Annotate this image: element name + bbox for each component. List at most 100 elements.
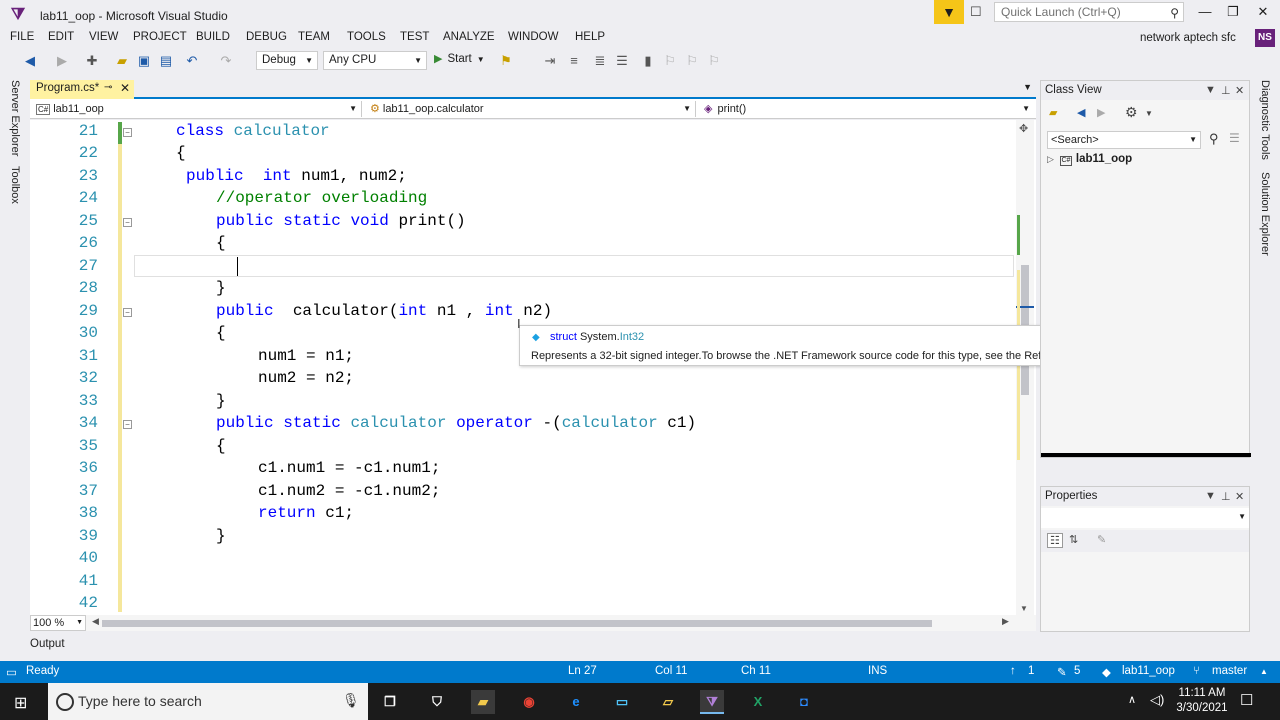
tab-server-explorer[interactable]: Server Explorer [9,80,21,156]
bookmark-icon[interactable]: ▮ [640,53,656,69]
chevron-up-icon[interactable]: ▲ [1260,667,1268,676]
taskbar-clock[interactable]: 11:11 AM 3/30/2021 [1174,686,1230,716]
code-editor[interactable]: 21 22 23 24 25 26 27 28 29 30 31 32 33 3… [30,120,1036,615]
save-icon[interactable]: ▣ [136,53,152,69]
notifications-icon[interactable]: ☐ [1240,691,1253,709]
settings-gear-icon[interactable]: ⚙ [1125,104,1138,121]
menu-edit[interactable]: EDIT [48,31,74,43]
zoom-select[interactable]: 100 % ▼ [30,615,86,631]
microphone-icon[interactable]: 🎙︎ [342,692,360,709]
save-all-icon[interactable]: ▤ [158,53,174,69]
tab-output[interactable]: Output [30,638,65,650]
minimize-button[interactable]: — [1190,4,1220,24]
task-view-icon[interactable]: ❐ [378,690,402,714]
new-project-icon[interactable]: ✚ [84,53,100,69]
file-explorer-icon[interactable]: ▰ [471,690,495,714]
close-window-button[interactable]: ✕ [1248,4,1278,24]
back-icon[interactable]: ◀ [1077,106,1085,119]
repository-name[interactable]: lab11_oop [1122,665,1175,677]
collapse-region-icon[interactable]: − [123,218,132,227]
forward-icon[interactable]: ▶ [54,53,70,69]
unpushed-commits-count[interactable]: 1 [1028,665,1034,677]
property-pages-icon[interactable]: ✎ [1097,533,1106,546]
menu-team[interactable]: TEAM [298,31,330,43]
menu-help[interactable]: HELP [575,31,605,43]
comment-icon[interactable]: ≣ [592,53,608,69]
solution-configuration-select[interactable]: Debug ▼ [256,51,318,70]
store-icon[interactable]: ⛉ [425,690,449,714]
step-icon[interactable]: ⇥ [542,53,558,69]
format-icon[interactable]: ≡ [566,53,582,68]
maximize-button[interactable]: ❐ [1218,4,1248,24]
branch-name[interactable]: master [1212,665,1247,677]
scroll-right-icon[interactable]: ▶ [1002,616,1009,627]
close-icon[interactable]: ✕ [1235,84,1244,97]
class-view-search-input[interactable]: <Search> ▼ [1047,131,1201,149]
repository-icon[interactable]: ◆ [1102,665,1111,679]
menu-view[interactable]: VIEW [89,31,118,43]
sticky-notes-icon[interactable]: ▱ [656,690,680,714]
visual-studio-taskbar-icon[interactable]: ⧩ [700,690,724,714]
forward-icon[interactable]: ▶ [1097,106,1105,119]
close-icon[interactable]: ✕ [1235,490,1244,503]
menu-debug[interactable]: DEBUG [246,31,287,43]
horizontal-scrollbar-thumb[interactable] [102,620,932,627]
branch-icon[interactable]: ⑂ [1193,665,1200,677]
editor-vertical-scrollbar[interactable]: ✥ ▼ [1016,120,1034,615]
clear-bookmarks-icon[interactable]: ⚐ [706,53,722,69]
pencil-icon[interactable]: ✎ [1057,665,1067,679]
alphabetical-icon[interactable]: ⇅ [1069,533,1078,546]
excel-icon[interactable]: X [746,690,770,714]
new-folder-icon[interactable]: ▰ [1049,106,1057,119]
menu-build[interactable]: BUILD [196,31,230,43]
pin-icon[interactable]: ⊥ [1221,490,1231,503]
menu-test[interactable]: TEST [400,31,429,43]
taskbar-search-box[interactable]: Type here to search [48,683,368,720]
search-icon[interactable]: ⚲ [1209,131,1219,147]
tray-overflow-icon[interactable]: ∧ [1128,693,1136,706]
collapse-region-icon[interactable]: − [123,128,132,137]
prev-bookmark-icon[interactable]: ⚐ [662,53,678,69]
back-icon[interactable]: ◀ [22,53,38,69]
notifications-filter-icon[interactable]: ▼ [934,0,964,24]
panel-splitter[interactable] [1041,453,1251,457]
chrome-icon[interactable]: ◉ [517,690,541,714]
tab-toolbox[interactable]: Toolbox [9,166,21,204]
scroll-left-icon[interactable]: ◀ [92,616,99,627]
quick-launch-input[interactable]: Quick Launch (Ctrl+Q) ⚲ [994,2,1184,22]
find-icon[interactable]: ⚑ [498,53,514,69]
menu-window[interactable]: WINDOW [508,31,558,43]
pin-icon[interactable]: ⊸ [104,82,112,93]
properties-object-select[interactable]: ▼ [1041,508,1249,528]
edge-icon[interactable]: e [564,690,588,714]
pending-changes-count[interactable]: 5 [1074,665,1080,677]
project-dropdown[interactable]: C# lab11_oop ▼ [32,101,362,117]
window-position-icon[interactable]: ▼ [1205,490,1216,502]
account-name[interactable]: network aptech sfc [1140,32,1236,44]
open-file-icon[interactable]: ▰ [114,53,130,69]
tree-item-lab11-oop[interactable]: ▷ C# lab11_oop [1047,153,1132,166]
scroll-down-icon[interactable]: ▼ [1020,604,1028,613]
volume-icon[interactable]: ◁) [1150,692,1164,708]
windows-start-icon[interactable]: ⊞ [14,693,27,713]
member-dropdown[interactable]: ◈ print() ▼ [700,101,1034,117]
menu-analyze[interactable]: ANALYZE [443,31,495,43]
next-bookmark-icon[interactable]: ⚐ [684,53,700,69]
menu-tools[interactable]: TOOLS [347,31,386,43]
split-icon[interactable]: ✥ [1019,122,1028,135]
close-icon[interactable]: ✕ [120,81,130,95]
categorized-icon[interactable]: ☷ [1047,533,1063,548]
solution-platform-select[interactable]: Any CPU ▼ [323,51,427,70]
avatar[interactable]: NS [1255,29,1275,47]
chevron-down-icon[interactable]: ▼ [1145,109,1153,118]
publish-arrow-icon[interactable]: ↑ [1010,665,1016,677]
menu-project[interactable]: PROJECT [133,31,187,43]
redo-icon[interactable]: ↷ [218,53,234,69]
tab-solution-explorer[interactable]: Solution Explorer [1259,172,1271,256]
zoom-app-icon[interactable]: ◘ [792,690,816,714]
computer-icon[interactable]: ▭ [610,690,634,714]
uncomment-icon[interactable]: ☰ [614,53,630,69]
pin-icon[interactable]: ⊥ [1221,84,1231,97]
clear-search-icon[interactable]: ☰ [1229,131,1240,145]
tab-diagnostic-tools[interactable]: Diagnostic Tools [1259,80,1271,160]
